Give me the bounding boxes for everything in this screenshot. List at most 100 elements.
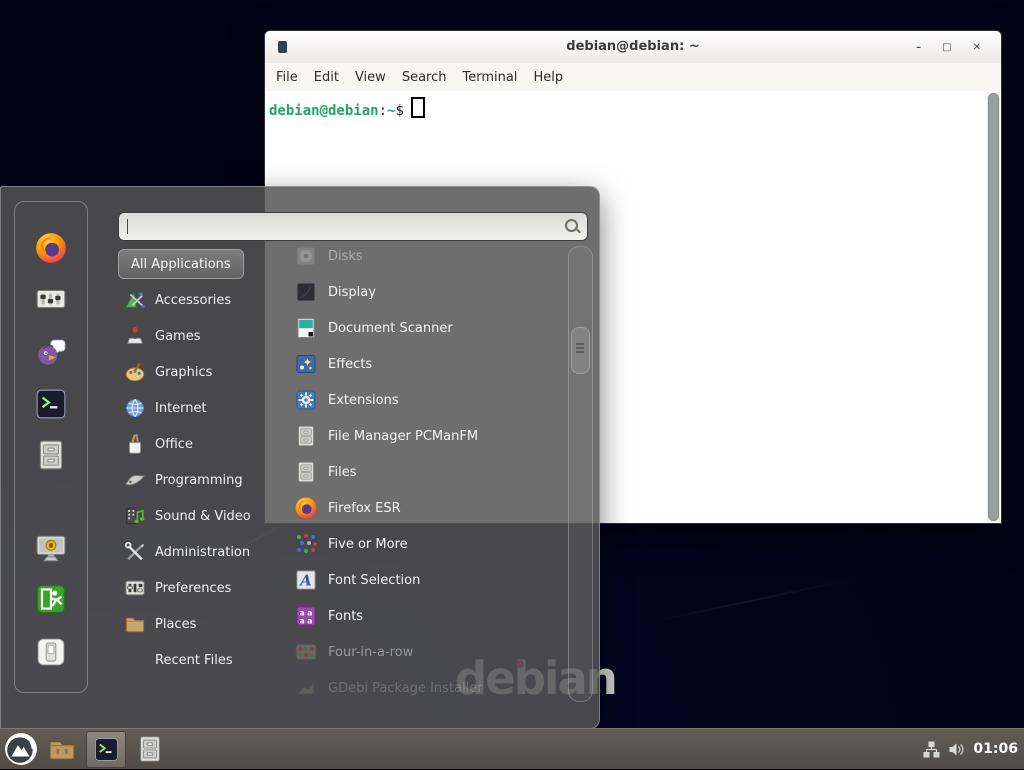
clock[interactable]: 01:06 — [973, 741, 1018, 757]
firefox-icon — [294, 496, 318, 520]
menu-search-box[interactable] — [118, 212, 588, 241]
volume-icon[interactable] — [948, 741, 965, 758]
terminal-taskbar-button[interactable] — [86, 731, 126, 768]
app-list: Disks Display Document Scanner Effects Exten… — [284, 241, 566, 701]
programming-icon — [124, 469, 146, 491]
app-label: Fonts — [328, 609, 363, 624]
app-item[interactable]: Extensions — [284, 382, 566, 418]
shutdown-icon[interactable] — [34, 635, 68, 669]
text-caret — [127, 219, 128, 234]
icon-spacer — [124, 649, 146, 671]
control-center-icon[interactable] — [34, 282, 68, 316]
app-label: Disks — [328, 249, 363, 264]
app-label: Display — [328, 285, 376, 300]
terminal-scrollbar-thumb[interactable] — [988, 93, 999, 521]
administration-icon — [124, 541, 146, 563]
category-item[interactable]: Preferences — [117, 570, 287, 606]
app-item[interactable]: Effects — [284, 346, 566, 382]
disks-icon — [294, 244, 318, 268]
app-item[interactable]: Display — [284, 274, 566, 310]
app-item[interactable]: Five or More — [284, 526, 566, 562]
app-item[interactable]: Document Scanner — [284, 310, 566, 346]
fonts-icon: a aa a — [294, 604, 318, 628]
preferences-icon — [124, 577, 146, 599]
close-button[interactable]: ✕ — [973, 42, 981, 53]
category-filter-selected[interactable]: All Applications — [118, 249, 244, 279]
category-item[interactable]: Programming — [117, 462, 287, 498]
terminal-scrollbar[interactable] — [987, 92, 1000, 522]
menubar-item-terminal[interactable]: Terminal — [462, 70, 517, 85]
app-label: Document Scanner — [328, 321, 453, 336]
internet-icon — [124, 397, 146, 419]
file-cabinet-icon — [294, 460, 318, 484]
extensions-icon — [294, 388, 318, 412]
category-item[interactable]: Internet — [117, 390, 287, 426]
category-item[interactable]: Recent Files — [117, 642, 287, 678]
app-item[interactable]: Firefox ESR — [284, 490, 566, 526]
app-item[interactable]: File Manager PCManFM — [284, 418, 566, 454]
pidgin-icon[interactable] — [34, 335, 68, 369]
scrollbar-grip — [576, 343, 584, 354]
network-icon[interactable] — [923, 741, 940, 758]
category-item[interactable]: Accessories — [117, 282, 287, 318]
category-label: Office — [155, 437, 193, 452]
app-item[interactable]: GDebi Package Installer — [284, 670, 566, 701]
svg-text:a a: a a — [300, 617, 313, 626]
application-menu: All ApplicationsAccessories Games Graphics… — [0, 186, 600, 729]
category-item[interactable]: Games — [117, 318, 287, 354]
file-cabinet-icon — [294, 424, 318, 448]
category-item[interactable]: Office — [117, 426, 287, 462]
menubar-item-help[interactable]: Help — [533, 70, 563, 85]
category-item[interactable]: Places — [117, 606, 287, 642]
app-item[interactable]: Four-in-a-row — [284, 634, 566, 670]
app-label: File Manager PCManFM — [328, 429, 478, 444]
terminal-icon — [93, 736, 120, 763]
accessories-icon — [124, 289, 146, 311]
terminal-cursor — [411, 97, 425, 118]
menubar-item-search[interactable]: Search — [402, 70, 447, 85]
app-item[interactable]: Files — [284, 454, 566, 490]
terminal-icon[interactable] — [34, 387, 68, 421]
prompt-dollar: $ — [395, 103, 403, 119]
sound-video-icon — [124, 505, 146, 527]
terminal-prompt: debian@debian:~$ — [265, 91, 1001, 119]
app-label: Effects — [328, 357, 372, 372]
menubar-item-edit[interactable]: Edit — [314, 70, 339, 85]
app-item[interactable]: a aa a Fonts — [284, 598, 566, 634]
app-item[interactable]: Disks — [284, 241, 566, 274]
app-label: GDebi Package Installer — [328, 681, 483, 696]
lock-screen-icon[interactable] — [34, 531, 68, 565]
menubar-item-view[interactable]: View — [355, 70, 386, 85]
category-label: Sound & Video — [155, 509, 251, 524]
files-taskbar-button[interactable] — [135, 734, 165, 764]
firefox-icon[interactable] — [34, 231, 68, 265]
taskbar: 01:06 — [0, 728, 1024, 769]
office-icon — [124, 433, 146, 455]
category-item[interactable]: Graphics — [117, 354, 287, 390]
app-label: Five or More — [328, 537, 408, 552]
menu-button[interactable] — [4, 732, 38, 766]
app-list-scrollbar[interactable] — [568, 246, 593, 702]
favorites-sidebar — [14, 201, 88, 693]
minimize-button[interactable]: – — [916, 42, 921, 53]
five-or-more-icon — [294, 532, 318, 556]
app-label: Extensions — [328, 393, 399, 408]
category-label: Internet — [155, 401, 207, 416]
app-item[interactable]: AFont Selection — [284, 562, 566, 598]
category-item[interactable]: Sound & Video — [117, 498, 287, 534]
menu-search-input[interactable] — [125, 214, 559, 239]
logout-icon[interactable] — [34, 582, 68, 616]
file-manager-launcher[interactable] — [47, 734, 77, 764]
file-cabinet-icon[interactable] — [34, 438, 68, 472]
terminal-titlebar[interactable]: debian@debian: ~ – □ ✕ — [265, 31, 1001, 64]
category-label: Preferences — [155, 581, 231, 596]
display-icon — [294, 280, 318, 304]
category-label: Games — [155, 329, 200, 344]
app-list-scrollbar-thumb[interactable] — [571, 327, 590, 374]
terminal-menubar: File Edit View Search Terminal Help — [265, 63, 1001, 91]
maximize-button[interactable]: □ — [942, 42, 951, 53]
category-item[interactable]: Administration — [117, 534, 287, 570]
category-label: Recent Files — [155, 653, 233, 668]
app-label: Files — [328, 465, 357, 480]
menubar-item-file[interactable]: File — [276, 70, 298, 85]
